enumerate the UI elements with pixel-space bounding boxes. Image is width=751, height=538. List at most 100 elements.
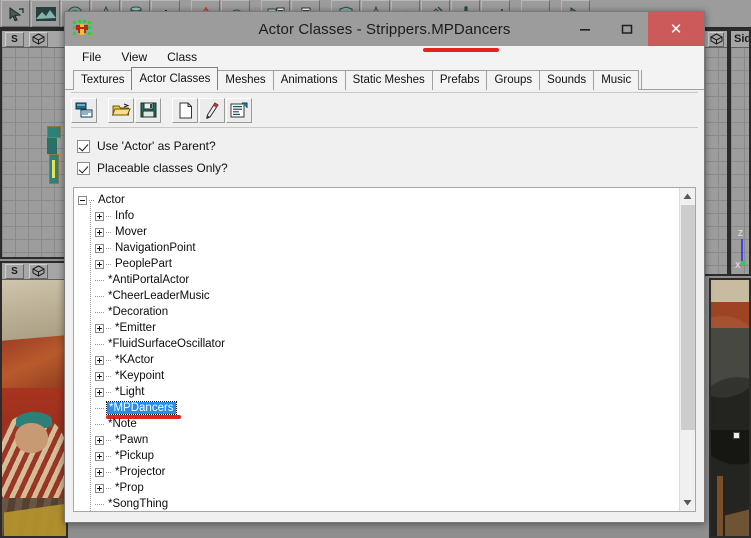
scale-s-icon[interactable]: S [5,31,24,47]
tree-node[interactable]: *CheerLeaderMusic [78,288,679,304]
tree-vertical-scrollbar[interactable] [679,188,695,511]
placeable-only-checkbox[interactable] [77,161,90,175]
viewport-top-left[interactable]: S [0,29,68,259]
tree-node[interactable]: *Note [78,416,679,432]
close-button[interactable]: ✕ [648,12,704,46]
tree-node[interactable]: *FluidSurfaceOscillator [78,336,679,352]
tree-node[interactable]: *Light [78,384,679,400]
options-group: Use 'Actor' as Parent? Placeable classes… [65,128,704,183]
tree-node-label: *Note [108,418,137,430]
tree-node[interactable]: Mover [78,224,679,240]
tab-groups[interactable]: Groups [486,70,541,90]
expand-plus-icon[interactable] [95,387,104,397]
minimize-button[interactable] [564,12,606,46]
tree-node-selected[interactable]: *MPDancers [78,400,679,416]
open-folder-icon[interactable] [108,97,134,123]
cursor-select-icon[interactable] [1,0,30,27]
tree-node[interactable]: *Pawn [78,432,679,448]
option-placeable-only[interactable]: Placeable classes Only? [77,157,704,179]
viewport-side[interactable]: Side Z X [729,29,751,276]
expand-plus-icon[interactable] [95,483,104,493]
menu-item-view[interactable]: View [112,48,156,66]
cube-icon[interactable] [708,31,724,47]
scrollbar-thumb[interactable] [680,205,695,431]
tab-actor-classes[interactable]: Actor Classes [131,67,219,91]
viewport-header [705,31,727,48]
expand-plus-icon[interactable] [95,323,104,333]
tree-node[interactable]: *SongThing [78,496,679,511]
properties-icon[interactable] [226,97,252,123]
screen-root: A [0,0,751,538]
tree-node[interactable]: *Prop [78,480,679,496]
terrain-icon[interactable] [31,0,60,27]
tree-node[interactable]: *Projector [78,464,679,480]
expand-plus-icon[interactable] [95,259,104,269]
tab-static-meshes[interactable]: Static Meshes [344,70,433,90]
class-tree[interactable]: Actor Info Mover NavigationPoint PeoplePart *… [74,188,679,511]
tree-node-label: *Prop [115,482,144,494]
menubar[interactable]: File View Class [65,46,704,67]
tabstrip-end-divider [641,70,643,90]
tree-connector-dots [106,231,111,233]
tree-node-label: Actor [98,194,125,206]
menu-item-file[interactable]: File [73,48,110,66]
tree-node[interactable]: *KActor [78,352,679,368]
tree-node[interactable]: Actor [78,192,679,208]
pencil-edit-icon[interactable] [199,97,225,123]
tree-node-label: *MPDancers [106,401,177,415]
class-tree-panel[interactable]: Actor Info Mover NavigationPoint PeoplePart *… [73,187,696,512]
cube-icon[interactable] [29,31,48,47]
tree-node[interactable]: PeoplePart [78,256,679,272]
viewport-right-narrow[interactable] [703,29,729,276]
scrollbar-track[interactable] [680,205,696,494]
expand-plus-icon[interactable] [95,355,104,365]
axis-x-label: X [735,261,741,270]
tree-node[interactable]: Info [78,208,679,224]
expand-plus-icon[interactable] [95,371,104,381]
tab-sounds[interactable]: Sounds [539,70,595,90]
tab-meshes[interactable]: Meshes [217,70,274,90]
tree-node-label: *AntiPortalActor [108,274,190,286]
tree-node[interactable]: *AntiPortalActor [78,272,679,288]
tree-node-label: *Keypoint [115,370,165,382]
tree-node-label: PeoplePart [115,258,172,270]
browser-tabstrip[interactable]: Textures Actor Classes Meshes Animations… [65,67,704,91]
tree-node[interactable]: *Decoration [78,304,679,320]
collapse-minus-icon[interactable] [78,195,87,205]
menu-item-class[interactable]: Class [158,48,206,66]
actor-classes-window[interactable]: Actor Classes - Strippers.MPDancers ✕ Fi… [64,11,705,523]
tree-node-label: *Pickup [115,450,154,462]
expand-plus-icon[interactable] [95,467,104,477]
viewport-side-label: Side [734,33,751,45]
tree-node[interactable]: *Emitter [78,320,679,336]
new-file-icon[interactable] [172,97,198,123]
expand-plus-icon[interactable] [95,451,104,461]
window-controls[interactable]: ✕ [564,12,704,46]
scale-s-icon[interactable]: S [5,263,24,279]
class-toolbar[interactable] [65,93,704,127]
save-disk-icon[interactable] [135,97,161,123]
scroll-down-arrow[interactable] [680,494,696,511]
expand-plus-icon[interactable] [95,227,104,237]
viewport-bottom-left[interactable]: S [0,261,68,538]
cube-icon[interactable] [29,263,48,279]
tab-textures[interactable]: Textures [73,70,133,90]
use-actor-as-parent-checkbox[interactable] [77,139,90,153]
expand-plus-icon[interactable] [95,435,104,445]
expand-plus-icon[interactable] [95,211,104,221]
tab-animations[interactable]: Animations [272,70,346,90]
tree-node[interactable]: *Pickup [78,448,679,464]
tab-music[interactable]: Music [593,70,640,90]
window-titlebar[interactable]: Actor Classes - Strippers.MPDancers ✕ [65,12,704,46]
scroll-up-arrow[interactable] [680,188,696,205]
hierarchy-icon[interactable] [71,97,97,123]
tree-connector-dots [106,375,111,377]
tree-node[interactable]: *Keypoint [78,368,679,384]
maximize-button[interactable] [606,12,648,46]
viewport-bottom-right[interactable] [709,278,751,538]
tab-prefabs[interactable]: Prefabs [431,70,488,90]
expand-plus-icon[interactable] [95,243,104,253]
option-use-actor-as-parent[interactable]: Use 'Actor' as Parent? [77,135,704,157]
tree-connector-dots [106,215,111,217]
tree-node[interactable]: NavigationPoint [78,240,679,256]
